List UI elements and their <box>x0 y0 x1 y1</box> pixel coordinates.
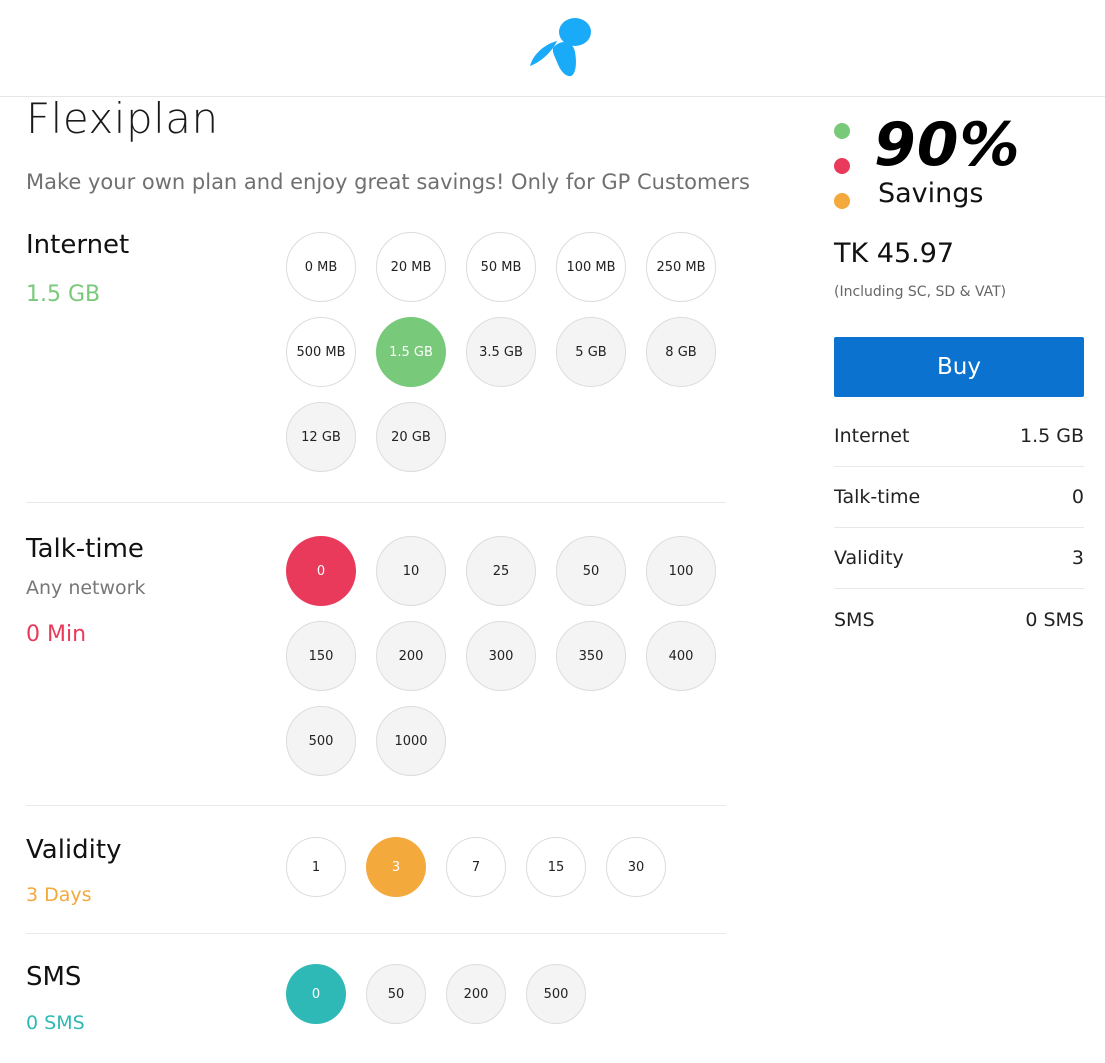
page-subtitle: Make your own plan and enjoy great savin… <box>26 170 750 194</box>
divider <box>26 805 726 806</box>
internet-option[interactable]: 1.5 GB <box>376 317 446 387</box>
talktime-option[interactable]: 50 <box>556 536 626 606</box>
sms-option[interactable]: 50 <box>366 964 426 1024</box>
divider <box>26 502 726 503</box>
internet-option[interactable]: 5 GB <box>556 317 626 387</box>
validity-option[interactable]: 7 <box>446 837 506 897</box>
summary-row-value: 0 SMS <box>1025 608 1084 631</box>
summary-row-value: 1.5 GB <box>1019 425 1084 447</box>
price: TK 45.97 <box>834 238 955 269</box>
talktime-option[interactable]: 150 <box>286 621 356 691</box>
internet-label: Internet <box>26 230 130 260</box>
internet-option[interactable]: 8 GB <box>646 317 716 387</box>
talktime-option[interactable]: 200 <box>376 621 446 691</box>
sms-selected-value: 0 SMS <box>26 1012 85 1034</box>
talktime-option[interactable]: 400 <box>646 621 716 691</box>
talktime-note: Any network <box>26 577 146 599</box>
summary-row-value: 0 <box>1071 486 1084 508</box>
orange-dot-icon <box>834 193 850 209</box>
savings-label: Savings <box>878 178 984 209</box>
talktime-selected-value: 0 Min <box>26 622 87 647</box>
telenor-logo-icon[interactable] <box>527 14 593 78</box>
red-dot-icon <box>834 158 850 174</box>
sms-option[interactable]: 500 <box>526 964 586 1024</box>
internet-option[interactable]: 3.5 GB <box>466 317 536 387</box>
savings-percent: 90% <box>874 110 1021 180</box>
internet-option[interactable]: 100 MB <box>556 232 626 302</box>
validity-option[interactable]: 15 <box>526 837 586 897</box>
internet-option[interactable]: 500 MB <box>286 317 356 387</box>
green-dot-icon <box>834 123 850 139</box>
talktime-option[interactable]: 0 <box>286 536 356 606</box>
talktime-label: Talk-time <box>26 534 144 564</box>
summary-row-value: 3 <box>1071 547 1084 569</box>
internet-option[interactable]: 250 MB <box>646 232 716 302</box>
summary-row-internet: Internet 1.5 GB <box>834 406 1084 467</box>
talktime-option[interactable]: 300 <box>466 621 536 691</box>
price-note: (Including SC, SD & VAT) <box>834 284 1007 300</box>
summary-row-label: Validity <box>834 547 904 569</box>
validity-option[interactable]: 1 <box>286 837 346 897</box>
internet-option[interactable]: 50 MB <box>466 232 536 302</box>
validity-selected-value: 3 Days <box>26 884 92 906</box>
internet-option[interactable]: 20 GB <box>376 402 446 472</box>
internet-option[interactable]: 20 MB <box>376 232 446 302</box>
validity-label: Validity <box>26 835 122 865</box>
page-title: Flexiplan <box>26 94 219 143</box>
internet-option[interactable]: 0 MB <box>286 232 356 302</box>
validity-option[interactable]: 30 <box>606 837 666 897</box>
sms-label: SMS <box>26 962 82 992</box>
header-bar <box>0 0 1105 97</box>
summary-row-label: Talk-time <box>834 486 921 508</box>
talktime-option[interactable]: 1000 <box>376 706 446 776</box>
summary-row-sms: SMS 0 SMS <box>834 589 1084 650</box>
summary-row-talktime: Talk-time 0 <box>834 467 1084 528</box>
validity-option[interactable]: 3 <box>366 837 426 897</box>
summary-row-validity: Validity 3 <box>834 528 1084 589</box>
buy-button[interactable]: Buy <box>834 337 1084 397</box>
talktime-option[interactable]: 500 <box>286 706 356 776</box>
summary-row-label: Internet <box>834 425 910 447</box>
talktime-option[interactable]: 350 <box>556 621 626 691</box>
sms-option[interactable]: 200 <box>446 964 506 1024</box>
internet-option[interactable]: 12 GB <box>286 402 356 472</box>
internet-selected-value: 1.5 GB <box>26 282 101 307</box>
talktime-option[interactable]: 10 <box>376 536 446 606</box>
talktime-option[interactable]: 25 <box>466 536 536 606</box>
divider <box>26 933 726 934</box>
talktime-option[interactable]: 100 <box>646 536 716 606</box>
sms-option[interactable]: 0 <box>286 964 346 1024</box>
summary-row-label: SMS <box>834 608 875 631</box>
